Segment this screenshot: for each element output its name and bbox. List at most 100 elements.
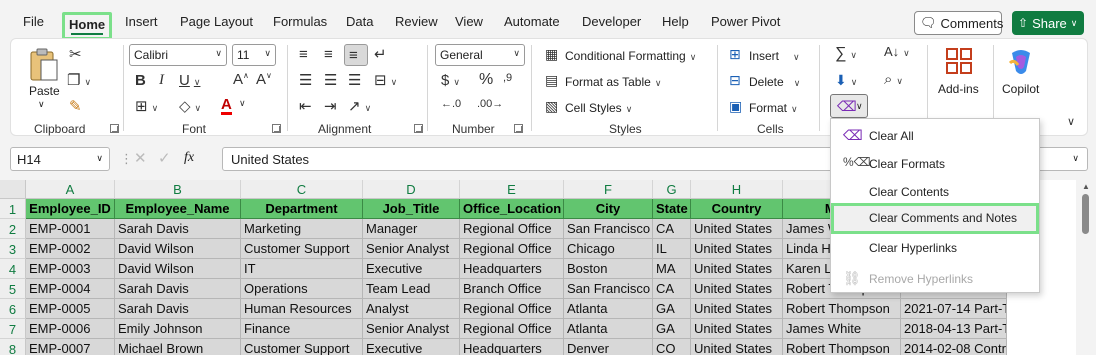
column-header-c[interactable]: C	[241, 180, 363, 199]
scrollbar-thumb[interactable]	[1082, 194, 1089, 234]
table-cell[interactable]: Operations	[241, 279, 363, 299]
decrease-indent-icon[interactable]: ⇤	[299, 99, 312, 114]
increase-font-icon[interactable]: A∧	[233, 72, 249, 88]
paste-button[interactable]: Paste	[29, 84, 60, 98]
copilot-button[interactable]: Copilot	[1002, 82, 1039, 96]
tab-review[interactable]: Review	[395, 14, 438, 29]
merge-center-icon[interactable]: ⊟ ∨	[374, 73, 397, 88]
column-header-b[interactable]: B	[115, 180, 241, 199]
table-header-cell[interactable]: State	[653, 199, 691, 219]
table-cell[interactable]: Customer Support	[241, 239, 363, 259]
tab-power-pivot[interactable]: Power Pivot	[711, 14, 780, 29]
insert-cells-icon[interactable]: ⊞	[729, 47, 741, 61]
cell-styles-icon[interactable]: ▧	[545, 99, 558, 113]
bold-icon[interactable]: B	[135, 73, 146, 88]
table-cell[interactable]: Customer Support	[241, 339, 363, 355]
insert-cells-button[interactable]: Insert ∨	[749, 49, 800, 63]
row-header[interactable]: 8	[0, 339, 26, 355]
find-select-icon[interactable]: ⌕ ∨	[884, 72, 903, 87]
table-cell[interactable]: United States	[691, 219, 783, 239]
table-cell[interactable]: Analyst	[363, 299, 460, 319]
table-cell[interactable]: Regional Office	[460, 239, 564, 259]
table-cell[interactable]: Robert Thompson	[783, 299, 901, 319]
tab-page-layout[interactable]: Page Layout	[180, 14, 253, 29]
table-cell[interactable]: United States	[691, 339, 783, 355]
format-cells-button[interactable]: Format ∨	[749, 101, 798, 115]
table-header-cell[interactable]: Employee_Name	[115, 199, 241, 219]
table-cell[interactable]: United States	[691, 259, 783, 279]
table-cell[interactable]: EMP-0001	[26, 219, 115, 239]
column-header-h[interactable]: H	[691, 180, 783, 199]
align-right-icon[interactable]: ☰	[348, 73, 361, 88]
table-cell[interactable]: 2018-04-13 Part-Time	[901, 319, 1007, 339]
table-header-cell[interactable]: Country	[691, 199, 783, 219]
table-cell[interactable]: CO	[653, 339, 691, 355]
table-cell[interactable]: Denver	[564, 339, 653, 355]
table-cell[interactable]: Michael Brown	[115, 339, 241, 355]
table-header-cell[interactable]: City	[564, 199, 653, 219]
menu-item-clear-hyperlinks[interactable]: Clear Hyperlinks	[831, 233, 1039, 261]
table-cell[interactable]: Sarah Davis	[115, 219, 241, 239]
font-launcher-icon[interactable]	[272, 124, 281, 133]
table-cell[interactable]: IT	[241, 259, 363, 279]
share-button[interactable]: ⇧ Share ∨	[1012, 11, 1084, 35]
insert-function-button[interactable]: fx	[184, 150, 194, 166]
table-cell[interactable]: Atlanta	[564, 319, 653, 339]
table-cell[interactable]: Atlanta	[564, 299, 653, 319]
table-cell[interactable]: Branch Office	[460, 279, 564, 299]
table-cell[interactable]: Sarah Davis	[115, 299, 241, 319]
format-as-table-button[interactable]: Format as Table ∨	[565, 75, 661, 89]
table-cell[interactable]: EMP-0003	[26, 259, 115, 279]
menu-item-clear-formats[interactable]: %⌫ Clear Formats	[831, 149, 1039, 177]
table-header-cell[interactable]: Job_Title	[363, 199, 460, 219]
currency-icon[interactable]: $ ∨	[441, 73, 460, 88]
number-format-select[interactable]: General ∨	[435, 44, 525, 66]
row-header[interactable]: 5	[0, 279, 26, 299]
scroll-up-icon[interactable]: ▲	[1082, 182, 1090, 191]
align-top-icon[interactable]: ≡	[299, 47, 308, 62]
decrease-decimal-icon[interactable]: .00→	[477, 99, 503, 110]
conditional-formatting-icon[interactable]: ▦	[545, 47, 558, 61]
row-header[interactable]: 6	[0, 299, 26, 319]
sort-filter-icon[interactable]: A↓ ∨	[884, 45, 910, 58]
italic-icon[interactable]: I	[159, 73, 164, 88]
tab-insert[interactable]: Insert	[125, 14, 158, 29]
tab-automate[interactable]: Automate	[504, 14, 560, 29]
ribbon-collapse-icon[interactable]: ∨	[1067, 117, 1075, 128]
vertical-scrollbar[interactable]: ▲	[1076, 180, 1096, 355]
table-cell[interactable]: EMP-0005	[26, 299, 115, 319]
table-cell[interactable]: Manager	[363, 219, 460, 239]
format-cells-icon[interactable]: ▣	[729, 99, 742, 113]
borders-icon[interactable]: ⊞ ∨	[135, 99, 158, 114]
align-middle-icon[interactable]: ≡	[324, 47, 333, 62]
format-as-table-icon[interactable]: ▤	[545, 73, 558, 87]
menu-item-clear-contents[interactable]: Clear Contents	[831, 177, 1039, 205]
comma-style-icon[interactable]: ,9	[503, 73, 512, 84]
column-header-g[interactable]: G	[653, 180, 691, 199]
select-all-corner[interactable]	[0, 180, 26, 199]
name-box[interactable]: H14 ∨	[10, 147, 110, 171]
expand-formula-icon[interactable]: ∨	[1072, 153, 1079, 164]
copy-icon[interactable]: ❐ ∨	[67, 73, 91, 88]
table-cell[interactable]: IL	[653, 239, 691, 259]
paste-icon[interactable]	[27, 47, 61, 83]
alignment-launcher-icon[interactable]	[414, 124, 423, 133]
table-cell[interactable]: Finance	[241, 319, 363, 339]
row-header[interactable]: 1	[0, 199, 26, 219]
table-cell[interactable]: Senior Analyst	[363, 319, 460, 339]
row-header[interactable]: 7	[0, 319, 26, 339]
row-header[interactable]: 3	[0, 239, 26, 259]
table-header-cell[interactable]: Office_Location	[460, 199, 564, 219]
delete-cells-button[interactable]: Delete ∨	[749, 75, 800, 89]
orientation-icon[interactable]: ↗ ∨	[348, 99, 371, 114]
table-cell[interactable]: Regional Office	[460, 299, 564, 319]
table-cell[interactable]: EMP-0004	[26, 279, 115, 299]
table-cell[interactable]: Headquarters	[460, 339, 564, 355]
table-cell[interactable]: Sarah Davis	[115, 279, 241, 299]
table-cell[interactable]: GA	[653, 299, 691, 319]
font-size-select[interactable]: 11 ∨	[232, 44, 276, 66]
font-name-select[interactable]: Calibri ∨	[129, 44, 227, 66]
fill-color-icon[interactable]: ◇ ∨	[179, 99, 201, 114]
format-painter-icon[interactable]: ✎	[69, 99, 82, 114]
tab-formulas[interactable]: Formulas	[273, 14, 327, 29]
